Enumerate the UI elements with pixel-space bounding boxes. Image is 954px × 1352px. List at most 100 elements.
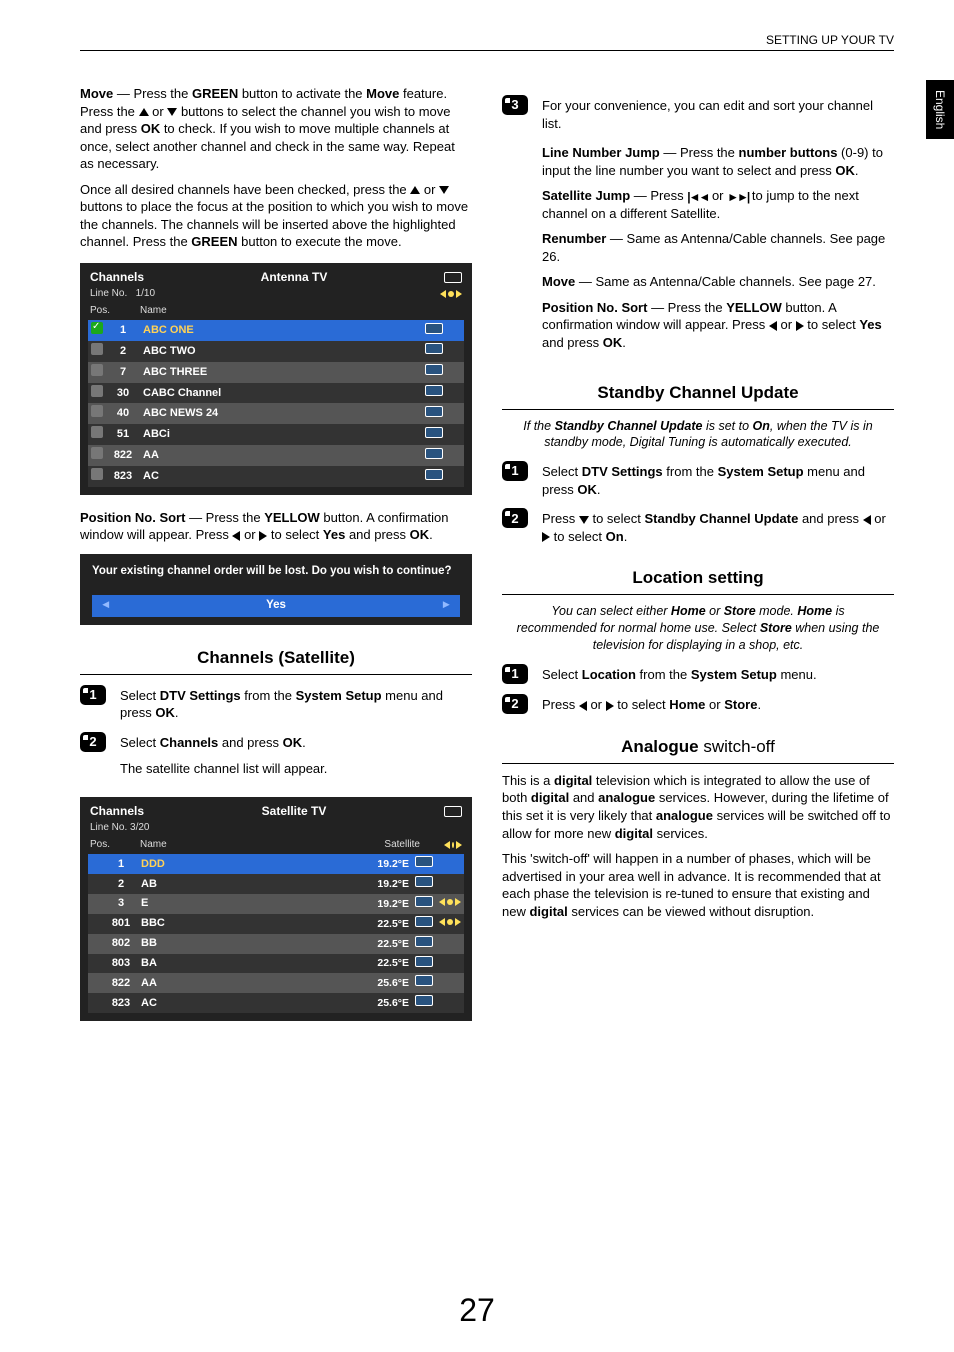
channels-antenna-osd: Channels Antenna TV Line No. 1/10 Pos. N… [80, 263, 472, 495]
square-icon [91, 405, 103, 417]
tv-icon [425, 448, 443, 459]
tv-icon [444, 272, 462, 283]
step-2-badge: 2 [502, 694, 528, 714]
satellite-step-2: Select Channels and press OK. The satell… [120, 732, 472, 785]
up-arrow-icon [139, 108, 149, 116]
location-step-1: Select Location from the System Setup me… [542, 664, 894, 684]
channels-satellite-heading: Channels (Satellite) [80, 643, 472, 675]
nav-hint-icon [439, 898, 461, 906]
location-blurb: You can select either Home or Store mode… [512, 603, 884, 654]
right-arrow-icon [796, 321, 804, 331]
osd-title: Channels [90, 803, 144, 819]
tv-icon [425, 385, 443, 396]
table-row: 2ABC TWO [88, 341, 464, 362]
tv-icon [415, 936, 433, 947]
square-icon [91, 343, 103, 355]
tv-icon [425, 406, 443, 417]
table-row: 803BA22.5°E [88, 954, 464, 974]
channel-table: 1ABC ONE2ABC TWO7ABC THREE30CABC Channel… [88, 320, 464, 487]
tv-icon [425, 364, 443, 375]
osd-mode: Satellite TV [262, 803, 327, 819]
analogue-heading: Analogue switch-off [502, 732, 894, 764]
move-paragraph-2: Once all desired channels have been chec… [80, 181, 472, 251]
down-arrow-icon [439, 186, 449, 194]
step-2-badge: 2 [502, 508, 528, 528]
square-icon [91, 426, 103, 438]
tv-icon [425, 323, 443, 334]
channels-satellite-osd: Channels Satellite TV Line No. 3/20 Pos.… [80, 797, 472, 1021]
tv-icon [415, 856, 433, 867]
left-arrow-icon: ◄ [100, 598, 111, 614]
page-number: 27 [0, 1289, 954, 1332]
check-icon [91, 322, 103, 334]
left-arrow-icon [769, 321, 777, 331]
analogue-paragraph-1: This is a digital television which is in… [502, 772, 894, 842]
move-paragraph-1: Move — Press the GREEN button to activat… [80, 85, 472, 173]
header-rule [80, 50, 894, 51]
right-column: 3 For your convenience, you can edit and… [502, 85, 894, 1035]
tv-icon [425, 469, 443, 480]
satellite-channel-table: 1DDD19.2°E2AB19.2°E3E19.2°E801BBC22.5°E8… [88, 854, 464, 1013]
tv-icon [415, 896, 433, 907]
table-row: 822AA [88, 445, 464, 466]
table-row: 40ABC NEWS 24 [88, 403, 464, 424]
step-2-badge: 2 [80, 732, 106, 752]
square-icon [91, 468, 103, 480]
table-row: 30CABC Channel [88, 383, 464, 404]
osd-title: Channels [90, 269, 144, 285]
table-row: 51ABCi [88, 424, 464, 445]
tv-icon [425, 343, 443, 354]
tv-icon [415, 956, 433, 967]
left-column: Move — Press the GREEN button to activat… [80, 85, 472, 1035]
osd-mode: Antenna TV [261, 269, 328, 285]
tv-icon [415, 876, 433, 887]
confirm-message: Your existing channel order will be lost… [92, 564, 460, 580]
standby-heading: Standby Channel Update [502, 378, 894, 410]
tv-icon [415, 995, 433, 1006]
location-heading: Location setting [502, 563, 894, 595]
left-arrow-icon [863, 515, 871, 525]
table-row: 7ABC THREE [88, 362, 464, 383]
standby-blurb: If the Standby Channel Update is set to … [512, 418, 884, 452]
confirm-yes: Yes [266, 598, 286, 614]
down-arrow-icon [167, 108, 177, 116]
square-icon [91, 385, 103, 397]
language-tab: English [926, 80, 954, 139]
step-3-body: For your convenience, you can edit and s… [542, 95, 894, 360]
right-arrow-icon: ► [441, 598, 452, 614]
nav-hint-icon [439, 918, 461, 926]
table-row: 822AA25.6°E [88, 973, 464, 993]
left-arrow-icon [579, 701, 587, 711]
table-row: 823AC [88, 466, 464, 487]
confirm-dialog: Your existing channel order will be lost… [80, 554, 472, 625]
table-row: 823AC25.6°E [88, 993, 464, 1013]
up-arrow-icon [410, 186, 420, 194]
square-icon [91, 447, 103, 459]
step-1-badge: 1 [80, 685, 106, 705]
square-icon [91, 364, 103, 376]
satellite-step-1: Select DTV Settings from the System Setu… [120, 685, 472, 722]
nav-hint-icon [440, 287, 462, 301]
tv-icon [444, 806, 462, 817]
tv-icon [415, 916, 433, 927]
page-header-section: SETTING UP YOUR TV [766, 32, 894, 48]
table-row: 2AB19.2°E [88, 874, 464, 894]
table-row: 1DDD19.2°E [88, 854, 464, 874]
table-row: 801BBC22.5°E [88, 914, 464, 934]
right-arrow-icon [606, 701, 614, 711]
down-arrow-icon [579, 516, 589, 524]
table-row: 3E19.2°E [88, 894, 464, 914]
table-row: 802BB22.5°E [88, 934, 464, 954]
tv-icon [415, 975, 433, 986]
standby-step-1: Select DTV Settings from the System Setu… [542, 461, 894, 498]
tv-icon [425, 427, 443, 438]
position-sort-paragraph: Position No. Sort — Press the YELLOW but… [80, 509, 472, 544]
analogue-paragraph-2: This 'switch-off' will happen in a numbe… [502, 850, 894, 920]
step-1-badge: 1 [502, 461, 528, 481]
table-row: 1ABC ONE [88, 320, 464, 341]
step-3-badge: 3 [502, 95, 528, 115]
standby-step-2: Press to select Standby Channel Update a… [542, 508, 894, 545]
step-1-badge: 1 [502, 664, 528, 684]
location-step-2: Press or to select Home or Store. [542, 694, 894, 714]
right-arrow-icon [542, 532, 550, 542]
